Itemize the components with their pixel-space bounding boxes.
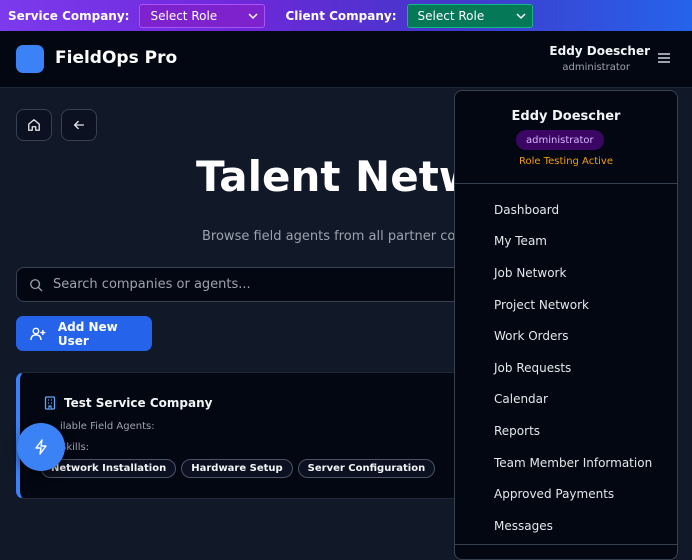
client-company-label: Client Company:	[285, 8, 397, 23]
role-testing-status: Role Testing Active	[519, 156, 613, 167]
service-company-select-value: Select Role	[150, 8, 218, 23]
chevron-down-icon	[516, 12, 526, 19]
company-card: Test Service Company ilable Field Agents…	[16, 372, 486, 499]
role-testing-bar: Service Company: Select Role Client Comp…	[0, 0, 692, 31]
header-user-role: administrator	[562, 62, 630, 73]
service-company-select[interactable]: Select Role	[139, 3, 266, 28]
dropdown-user-name: Eddy Doescher	[511, 109, 621, 124]
skills-list: Network Installation Hardware Setup Serv…	[41, 459, 436, 478]
menu-item-work-orders[interactable]: Work Orders	[455, 320, 677, 352]
chevron-down-icon	[248, 12, 259, 19]
search-icon	[30, 278, 43, 291]
app-logo[interactable]	[16, 45, 44, 73]
page-subtitle: Browse field agents from all partner com…	[202, 229, 477, 244]
building-icon	[44, 396, 56, 410]
add-new-user-label: Add New User	[57, 319, 118, 348]
add-new-user-button[interactable]: Add New User	[16, 316, 152, 351]
home-button[interactable]	[16, 109, 52, 141]
app-header: FieldOps Pro Eddy Doescher administrator	[0, 31, 692, 88]
zap-icon	[35, 439, 47, 455]
field-agents-label: ilable Field Agents:	[60, 421, 155, 432]
menu-icon[interactable]	[658, 53, 670, 63]
dropdown-divider	[455, 544, 677, 545]
user-plus-icon	[30, 327, 46, 340]
arrow-left-icon	[73, 120, 85, 130]
quick-action-button[interactable]	[17, 423, 65, 471]
menu-item-my-team[interactable]: My Team	[455, 226, 677, 258]
brand-name[interactable]: FieldOps Pro	[55, 48, 177, 68]
skill-chip: Network Installation	[41, 459, 177, 478]
menu-item-team-member-information[interactable]: Team Member Information	[455, 447, 677, 479]
menu-item-job-requests[interactable]: Job Requests	[455, 352, 677, 384]
user-menu-dropdown: Eddy Doescher administrator Role Testing…	[454, 90, 678, 560]
search-bar[interactable]: Search companies or agents...	[16, 267, 476, 302]
menu-item-calendar[interactable]: Calendar	[455, 384, 677, 416]
menu-item-messages[interactable]: Messages	[455, 510, 677, 542]
dropdown-divider	[455, 183, 677, 184]
company-name: Test Service Company	[64, 396, 213, 410]
menu-item-dashboard[interactable]: Dashboard	[455, 194, 677, 226]
home-icon	[28, 119, 40, 131]
client-company-select-value: Select Role	[417, 8, 485, 23]
skill-chip: Hardware Setup	[181, 459, 293, 478]
role-badge: administrator	[516, 130, 604, 150]
menu-item-reports[interactable]: Reports	[455, 415, 677, 447]
header-user-name[interactable]: Eddy Doescher	[549, 44, 650, 58]
menu-item-approved-payments[interactable]: Approved Payments	[455, 478, 677, 510]
company-title[interactable]: Test Service Company	[44, 396, 212, 410]
menu-item-project-network[interactable]: Project Network	[455, 289, 677, 321]
skill-chip: Server Configuration	[297, 459, 436, 478]
menu-item-job-network[interactable]: Job Network	[455, 257, 677, 289]
client-company-select[interactable]: Select Role	[406, 3, 533, 28]
back-button[interactable]	[61, 109, 97, 141]
dropdown-menu-list: Dashboard My Team Job Network Project Ne…	[455, 194, 677, 542]
search-input[interactable]: Search companies or agents...	[53, 277, 251, 292]
service-company-label: Service Company:	[8, 8, 130, 23]
